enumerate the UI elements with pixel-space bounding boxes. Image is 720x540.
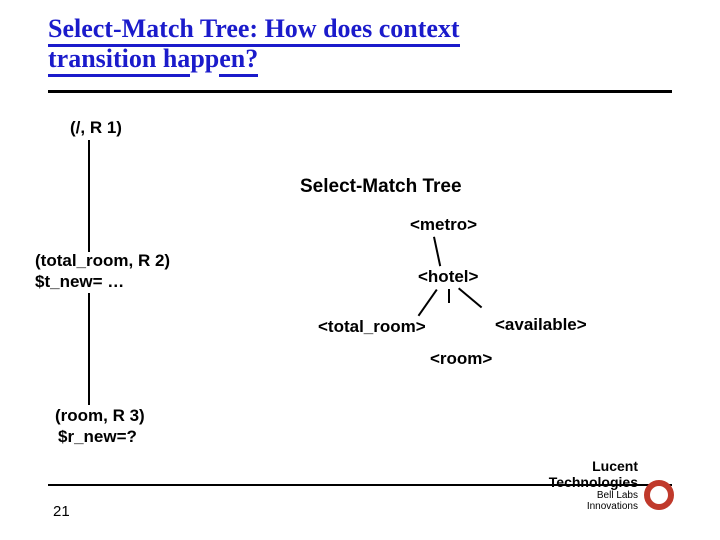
lucent-ring-icon bbox=[644, 480, 674, 510]
edge-metro-hotel bbox=[433, 237, 441, 267]
title-line2c: en? bbox=[219, 44, 258, 77]
title-line1: Select-Match Tree: How does context bbox=[48, 14, 460, 47]
tree-total-room: <total_room> bbox=[318, 317, 426, 337]
tree-metro: <metro> bbox=[410, 215, 477, 235]
title-line2a: transition ha bbox=[48, 44, 190, 77]
tree-available: <available> bbox=[495, 315, 587, 335]
edge-hotel-available bbox=[458, 287, 482, 308]
edge-r1-r2 bbox=[88, 140, 90, 252]
tree-hotel: <hotel> bbox=[418, 267, 478, 287]
slide-title: Select-Match Tree: How does context tran… bbox=[48, 14, 648, 74]
node-root-r1: (/, R 1) bbox=[70, 118, 122, 138]
select-match-tree-label: Select-Match Tree bbox=[300, 176, 462, 198]
lucent-sub: Bell Labs Innovations bbox=[549, 490, 638, 512]
node-rnew: $r_new=? bbox=[58, 427, 137, 447]
edge-hotel-totalroom bbox=[418, 289, 438, 316]
divider-top bbox=[48, 90, 672, 93]
node-tnew: $t_new= … bbox=[35, 272, 124, 292]
slide-number: 21 bbox=[53, 503, 70, 520]
edge-hotel-mid bbox=[448, 289, 450, 303]
node-room-r3: (room, R 3) bbox=[55, 406, 145, 426]
node-total-room-r2: (total_room, R 2) bbox=[35, 251, 170, 271]
tree-room: <room> bbox=[430, 349, 492, 369]
lucent-brand: Lucent Technologies bbox=[549, 459, 638, 490]
title-line2b: pp bbox=[190, 44, 219, 73]
edge-r2-r3 bbox=[88, 293, 90, 405]
